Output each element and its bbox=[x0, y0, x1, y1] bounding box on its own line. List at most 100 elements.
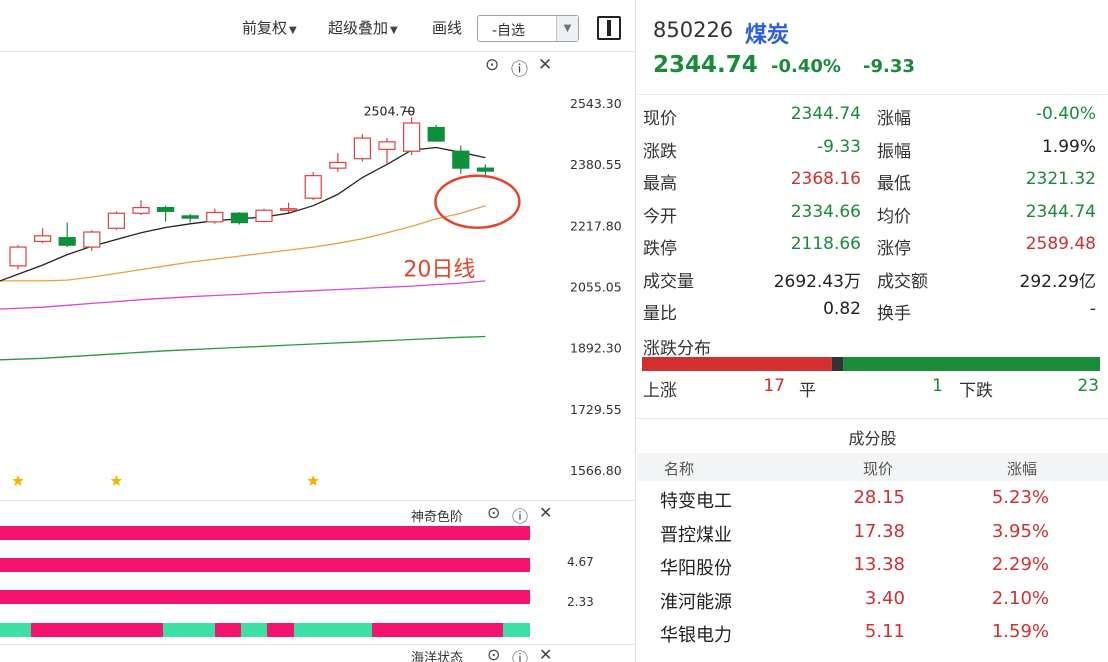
change-amount: -9.33 bbox=[863, 56, 915, 77]
quote-value: 2344.74 bbox=[1025, 201, 1096, 222]
constituent-row[interactable]: 淮河能源 3.40 2.10% bbox=[637, 584, 1108, 617]
y-tick-label: 2217.80 bbox=[570, 218, 622, 233]
quote-label: 跌停 bbox=[643, 239, 677, 259]
quote-row: 成交量 2692.43万 成交额 292.29亿 bbox=[637, 267, 1108, 299]
constituent-name: 特变电工 bbox=[660, 491, 732, 512]
quote-value: 2692.43万 bbox=[773, 271, 861, 292]
indicator-axis-value: 2.33 bbox=[567, 595, 594, 609]
quote-label: 现价 bbox=[643, 109, 677, 129]
price-adjust-dropdown[interactable]: 前复权 ▼ bbox=[242, 17, 297, 38]
header-change[interactable]: 涨幅 bbox=[1007, 458, 1037, 479]
candle-body bbox=[403, 122, 421, 152]
star-icon bbox=[110, 475, 123, 486]
quote-value: 2118.66 bbox=[790, 234, 861, 254]
constituent-row[interactable]: 特变电工 28.15 5.23% bbox=[637, 483, 1108, 516]
flat-count: 1 bbox=[932, 376, 943, 396]
flat-label: 平 bbox=[799, 381, 816, 401]
indicator-axis-value: 4.67 bbox=[567, 555, 594, 569]
watchlist-select[interactable]: -自选 ▼ bbox=[477, 15, 579, 42]
quote-value: 2368.16 bbox=[790, 169, 861, 189]
constituent-row[interactable]: 华阳股份 13.38 2.29% bbox=[637, 550, 1108, 583]
down-count: 23 bbox=[1077, 376, 1099, 396]
quote-value: 0.82 bbox=[823, 299, 861, 319]
candle-body bbox=[304, 175, 322, 199]
distribution-bar bbox=[642, 357, 1100, 371]
constituent-change: 1.59% bbox=[991, 621, 1049, 642]
constituent-change: 3.95% bbox=[991, 520, 1049, 542]
quote-label: 均价 bbox=[877, 206, 911, 227]
last-price: 2344.74 bbox=[653, 52, 758, 78]
ma-line-pink bbox=[0, 280, 486, 310]
settings-dot-icon[interactable]: ⊙ bbox=[487, 503, 500, 522]
indicator-bar-segment bbox=[241, 623, 267, 637]
constituents-panel: 成分股 名称 现价 涨幅 特变电工 28.15 5.23% 晋控煤业 17.38 3.95… bbox=[637, 418, 1108, 662]
indicator-bar bbox=[0, 526, 530, 540]
chevron-down-icon: ▼ bbox=[390, 25, 398, 36]
close-icon[interactable]: ✕ bbox=[539, 503, 552, 522]
constituent-price: 28.15 bbox=[853, 487, 905, 508]
quote-panel: 850226 煤炭 2344.74 -0.40% -9.33 现价 2344.74… bbox=[637, 0, 1108, 662]
quote-row: 今开 2334.66 均价 2344.74 bbox=[637, 202, 1108, 234]
up-count: 17 bbox=[763, 376, 785, 396]
settings-dot-icon[interactable]: ⊙ bbox=[487, 645, 500, 662]
high-price-label: 2504.70 bbox=[364, 103, 416, 118]
constituents-title: 成分股 bbox=[848, 429, 897, 448]
constituent-name: 晋控煤业 bbox=[660, 524, 732, 546]
indicator-bar-segment bbox=[31, 623, 163, 637]
help-icon[interactable]: ⓘ bbox=[512, 645, 528, 662]
overlay-dropdown[interactable]: 超级叠加 ▼ bbox=[328, 17, 398, 38]
annotation-label: 20日线 bbox=[403, 258, 475, 283]
quote-row: 最高 2368.16 最低 2321.32 bbox=[637, 169, 1108, 201]
quote-row: 量比 0.82 换手 - bbox=[637, 299, 1108, 331]
candle-body bbox=[58, 237, 76, 246]
quote-row: 跌停 2118.66 涨停 2589.48 bbox=[637, 234, 1108, 266]
toggle-panel-button[interactable] bbox=[597, 16, 621, 40]
quote-value: 2321.32 bbox=[1025, 169, 1096, 189]
constituent-name: 淮河能源 bbox=[660, 591, 732, 613]
candle-body bbox=[255, 209, 273, 223]
candle-body bbox=[353, 137, 371, 160]
quote-label: 今开 bbox=[643, 206, 677, 227]
candle-body bbox=[132, 206, 150, 214]
close-icon[interactable]: ✕ bbox=[539, 645, 552, 662]
quote-label: 换手 bbox=[877, 304, 911, 324]
help-icon[interactable]: ⓘ bbox=[512, 503, 528, 527]
constituent-row[interactable]: 晋控煤业 17.38 3.95% bbox=[637, 517, 1108, 550]
close-icon[interactable]: ✕ bbox=[538, 55, 552, 75]
up-label: 上涨 bbox=[643, 381, 677, 401]
candle-body bbox=[280, 208, 298, 211]
candlestick-chart[interactable]: 2543.30 2380.55 2217.80 2055.05 1892.30 1729.… bbox=[0, 53, 636, 500]
indicator-chart[interactable] bbox=[0, 526, 636, 644]
help-icon[interactable]: ⓘ bbox=[511, 55, 528, 80]
quote-label: 涨跌 bbox=[643, 141, 677, 162]
star-icon bbox=[12, 475, 24, 486]
y-tick-label: 1892.30 bbox=[570, 341, 622, 356]
candle-body bbox=[9, 246, 27, 267]
indicator-bar bbox=[0, 590, 530, 604]
header-name[interactable]: 名称 bbox=[664, 458, 694, 479]
indicator-header: 神奇色阶 ⊙ ⓘ ✕ bbox=[0, 500, 636, 526]
down-label: 下跌 bbox=[959, 381, 993, 401]
header-price[interactable]: 现价 bbox=[863, 458, 893, 479]
chart-panel: 前复权 ▼ 超级叠加 ▼ 画线 -自选 ▼ 2543.30 2380.55 2217.8… bbox=[0, 0, 636, 662]
security-name[interactable]: 煤炭 bbox=[745, 17, 789, 49]
candle-body bbox=[230, 212, 248, 224]
constituent-change: 2.10% bbox=[991, 587, 1049, 609]
security-code: 850226 bbox=[653, 18, 734, 42]
distribution-labels: 上涨 17 平 1 下跌 23 bbox=[637, 376, 1108, 401]
chevron-down-icon[interactable]: ▼ bbox=[556, 16, 578, 41]
draw-line-button[interactable]: 画线 bbox=[432, 17, 462, 38]
quote-value: -0.40% bbox=[1035, 104, 1096, 124]
candle-body bbox=[181, 215, 199, 219]
quote-value: 1.99% bbox=[1041, 136, 1096, 157]
quote-label: 涨停 bbox=[877, 239, 911, 259]
constituent-price: 5.11 bbox=[864, 621, 905, 642]
constituent-row[interactable]: 华银电力 5.11 1.59% bbox=[637, 617, 1108, 650]
indicator-name-2[interactable]: 海洋状态 bbox=[411, 647, 463, 662]
divider bbox=[637, 94, 1108, 95]
change-percent: -0.40% bbox=[771, 56, 841, 77]
price-adjust-label: 前复权 bbox=[242, 19, 288, 37]
candle-body bbox=[206, 211, 224, 223]
indicator-name[interactable]: 神奇色阶 bbox=[411, 506, 463, 525]
settings-dot-icon[interactable]: ⊙ bbox=[485, 55, 499, 75]
